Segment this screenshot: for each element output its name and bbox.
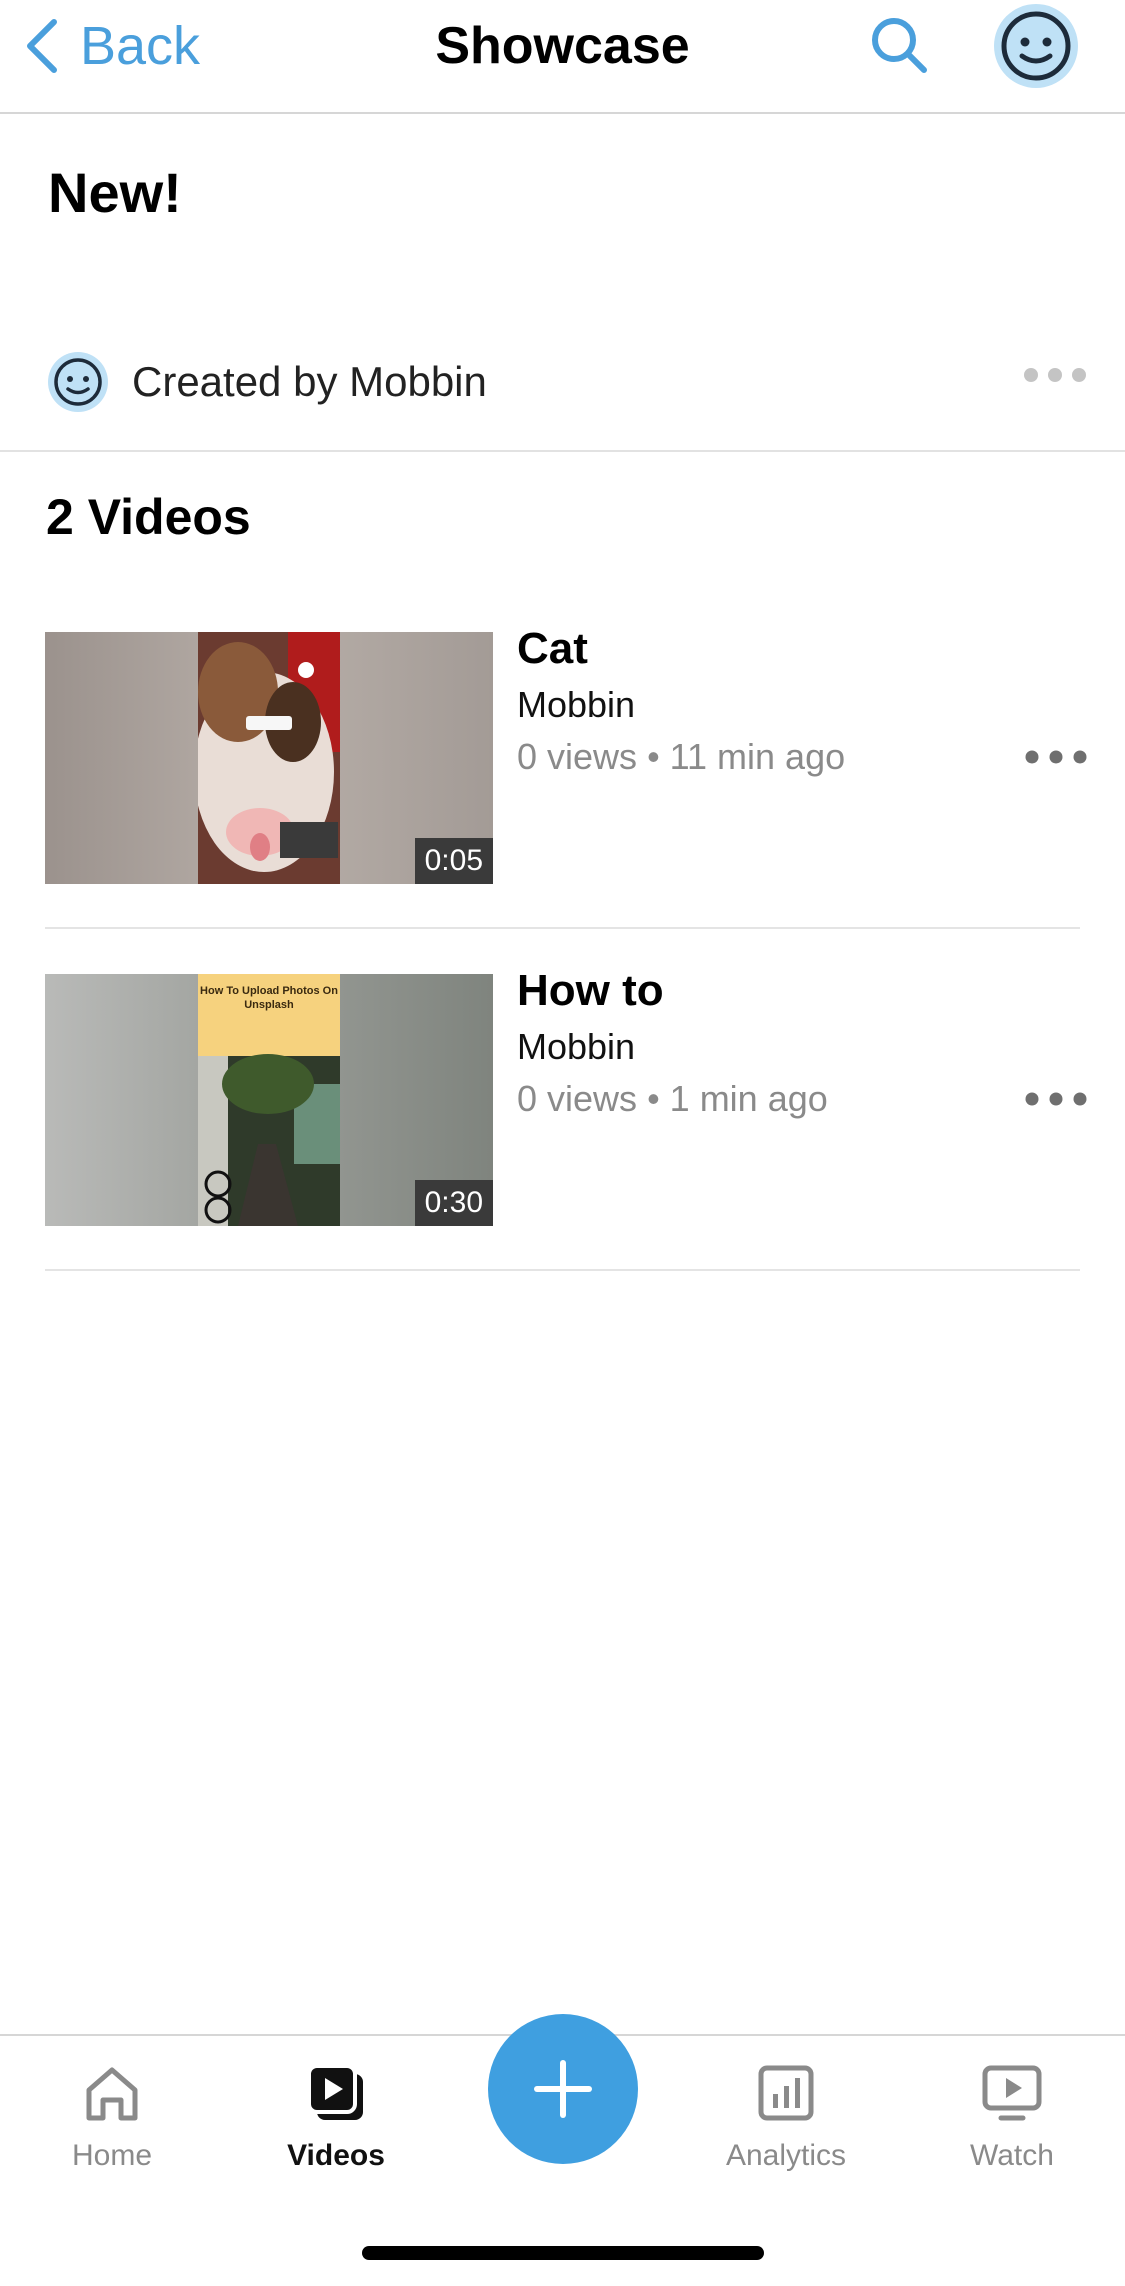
video-author: Mobbin	[517, 684, 636, 725]
tab-label: Home	[71, 2139, 153, 2172]
video-views: 0 views	[517, 736, 638, 777]
video-views: 0 views	[517, 1078, 638, 1119]
video-title[interactable]: How to	[517, 966, 664, 1016]
video-more-button[interactable]	[1023, 742, 1089, 777]
video-age: 1 min ago	[669, 1078, 828, 1119]
video-title[interactable]: Cat	[517, 624, 588, 674]
tab-label: Analytics	[725, 2139, 847, 2172]
video-more-button[interactable]	[1023, 1084, 1089, 1119]
tab-label: Videos	[287, 2139, 385, 2172]
video-list-item[interactable]: 0:05 Cat Mobbin 0 views • 11 min ago	[45, 624, 1125, 884]
video-author: Mobbin	[517, 1026, 636, 1067]
tab-watch[interactable]: Watch	[922, 2060, 1102, 2173]
video-age: 11 min ago	[669, 736, 846, 777]
analytics-icon	[758, 2065, 814, 2121]
video-meta: 0 views • 1 min ago	[517, 1078, 828, 1120]
video-list-item[interactable]: How To Upload Photos On Unsplash 0:30 Ho…	[45, 966, 1125, 1226]
tab-analytics[interactable]: Analytics	[696, 2060, 876, 2173]
video-thumbnail[interactable]: 0:05	[45, 632, 493, 884]
creator-label: Created by Mobbin	[132, 358, 487, 405]
profile-avatar-button[interactable]	[994, 4, 1078, 88]
page-title: Showcase	[435, 17, 690, 75]
more-horizontal-icon	[1025, 750, 1087, 764]
tab-videos[interactable]: Videos	[246, 2060, 426, 2173]
smiley-avatar-icon	[1001, 11, 1071, 81]
more-horizontal-icon	[1024, 368, 1086, 382]
search-icon	[872, 18, 927, 73]
videos-count-heading: 2 Videos	[46, 489, 251, 545]
thumbnail-caption: How To Upload Photos On Unsplash	[200, 985, 338, 1011]
meta-separator: •	[647, 1078, 670, 1119]
video-meta: 0 views • 11 min ago	[517, 736, 845, 778]
more-horizontal-icon	[1025, 1092, 1087, 1106]
video-thumbnail[interactable]: How To Upload Photos On Unsplash 0:30	[45, 974, 493, 1226]
videos-icon	[307, 2064, 363, 2120]
playlist-title: New!	[48, 161, 182, 224]
search-button[interactable]	[866, 12, 932, 78]
home-indicator	[362, 2246, 764, 2260]
video-duration: 0:30	[414, 1180, 493, 1226]
cat-photo	[198, 632, 340, 884]
playlist-more-button[interactable]	[1022, 360, 1088, 395]
create-video-button[interactable]	[488, 2014, 638, 2164]
smiley-avatar-icon	[54, 358, 102, 406]
video-duration: 0:05	[414, 838, 493, 884]
divider	[0, 450, 1125, 452]
tab-label: Watch	[970, 2139, 1054, 2172]
creator-row: Created by Mobbin	[48, 352, 1088, 414]
thumbnail-image	[198, 632, 340, 884]
watch-icon	[982, 2065, 1042, 2121]
creator-avatar	[48, 352, 108, 412]
tab-home[interactable]: Home	[22, 2060, 202, 2173]
top-navigation-bar: Back Showcase	[0, 0, 1125, 114]
home-icon	[86, 2067, 138, 2121]
divider	[45, 1269, 1080, 1271]
divider	[45, 927, 1080, 929]
thumbnail-image: How To Upload Photos On Unsplash	[198, 974, 340, 1226]
plus-icon	[534, 2060, 592, 2118]
meta-separator: •	[647, 736, 670, 777]
